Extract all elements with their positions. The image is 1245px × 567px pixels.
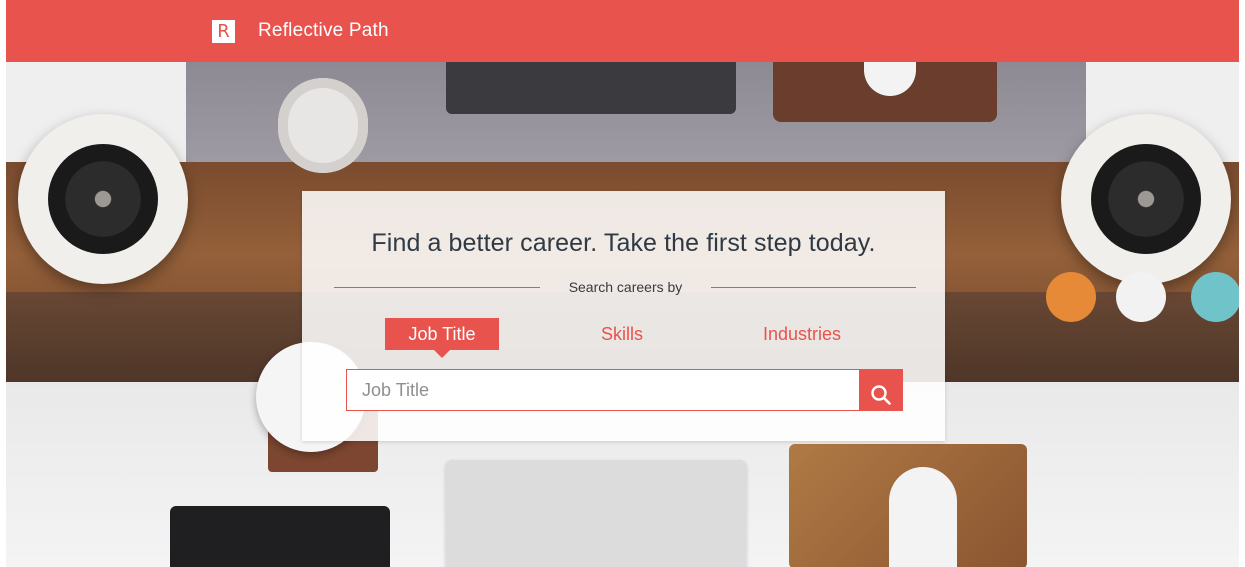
toy-decoration	[1191, 272, 1239, 322]
search-card: Find a better career. Take the first ste…	[302, 191, 945, 441]
device-decoration	[170, 506, 390, 567]
search-by-label: Search careers by	[568, 279, 683, 295]
search-icon	[871, 385, 891, 405]
search-input[interactable]	[346, 369, 859, 411]
keyboard-decoration	[446, 62, 736, 114]
divider-line-left	[334, 287, 540, 288]
search-box	[346, 369, 903, 411]
keyboard-bottom-decoration	[446, 460, 746, 567]
search-type-tabs: Job Title Skills Industries	[302, 318, 945, 358]
divider-line-right	[711, 287, 916, 288]
tab-job-title[interactable]: Job Title	[385, 318, 499, 358]
search-button[interactable]	[859, 369, 903, 411]
hero-headline: Find a better career. Take the first ste…	[371, 229, 876, 257]
toy-decoration	[1046, 272, 1096, 322]
top-navbar: R Reflective Path	[6, 0, 1239, 62]
logo-icon[interactable]: R	[212, 20, 235, 43]
search-by-divider: Search careers by	[334, 276, 916, 296]
speaker-left-decoration	[18, 114, 188, 284]
page-frame: R Reflective Path Find a better career. …	[6, 0, 1239, 567]
tab-industries[interactable]: Industries	[739, 318, 865, 350]
mouse-bottom-decoration	[889, 467, 957, 567]
speaker-right-decoration	[1061, 114, 1231, 284]
mug-decoration	[278, 78, 368, 173]
toys-decoration	[1046, 262, 1239, 332]
tab-skills[interactable]: Skills	[584, 318, 660, 350]
brand-name[interactable]: Reflective Path	[258, 19, 389, 43]
toy-decoration	[1116, 272, 1166, 322]
